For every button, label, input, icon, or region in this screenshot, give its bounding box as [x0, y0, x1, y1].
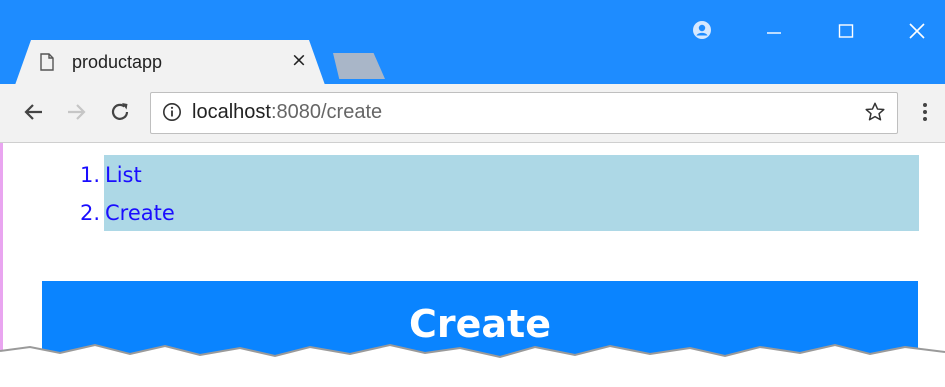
info-icon[interactable] — [162, 102, 182, 126]
browser-tab[interactable] — [15, 40, 325, 85]
star-icon[interactable] — [864, 101, 886, 127]
back-arrow-icon[interactable] — [22, 100, 46, 128]
reload-icon[interactable] — [108, 100, 132, 128]
forward-arrow-icon[interactable] — [64, 100, 88, 128]
tab-close-button[interactable]: × — [291, 49, 307, 71]
close-icon[interactable] — [908, 20, 926, 44]
url-host: localhost — [192, 101, 271, 123]
url-path: :8080/create — [270, 101, 383, 123]
minimize-icon[interactable] — [766, 20, 782, 44]
nav-item-number: 1. — [79, 163, 100, 187]
nav-list — [104, 155, 919, 231]
profile-icon[interactable] — [692, 20, 712, 44]
nav-item-number: 2. — [79, 201, 100, 225]
maximize-icon[interactable] — [838, 20, 854, 44]
more-vert-icon[interactable] — [918, 101, 932, 127]
nav-link-create[interactable]: Create — [105, 194, 175, 232]
address-text[interactable]: localhost:8080/create — [192, 101, 382, 124]
torn-edge — [0, 343, 945, 387]
nav-link-list[interactable]: List — [105, 156, 142, 194]
tab-title: productapp — [72, 52, 163, 72]
document-icon — [40, 53, 54, 75]
